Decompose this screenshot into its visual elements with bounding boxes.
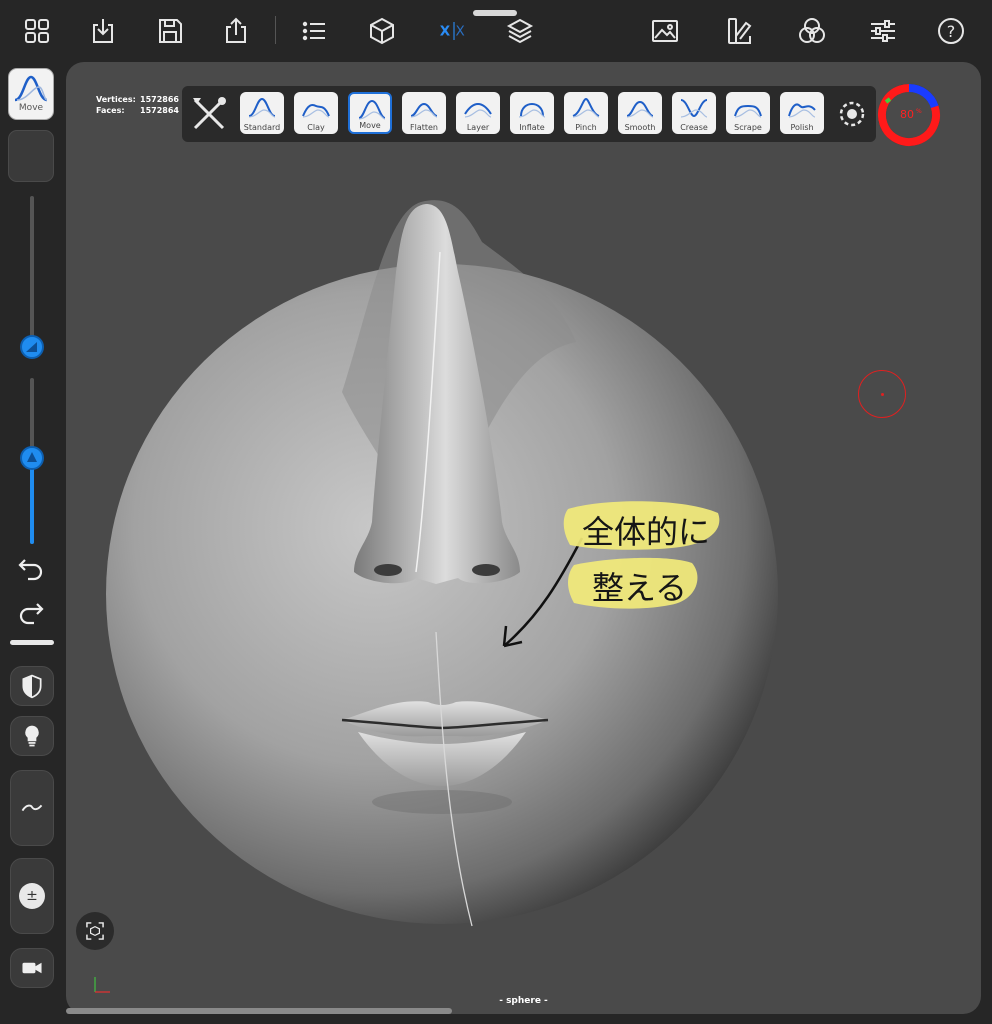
- image-icon[interactable]: [647, 13, 683, 49]
- gauge-tick: [884, 97, 892, 104]
- mesh-stats: Vertices: 1572866 Faces: 1572864: [96, 94, 179, 116]
- crossed-tools-icon: [193, 97, 226, 130]
- brush-scrape[interactable]: Scrape: [726, 92, 770, 134]
- gauge-percent-suffix: %: [916, 108, 922, 115]
- brush-standard-label: Standard: [243, 123, 281, 132]
- top-toolbar: XX ?: [0, 0, 992, 60]
- grid-icon[interactable]: [19, 13, 55, 49]
- brush-polish[interactable]: Polish: [780, 92, 824, 134]
- shield-icon: [22, 674, 42, 699]
- brush-pinch[interactable]: Pinch: [564, 92, 608, 134]
- axes-gizmo: [94, 977, 110, 993]
- horizontal-scrollbar[interactable]: [66, 1008, 452, 1014]
- size-slider[interactable]: [30, 196, 34, 358]
- note-line-1: 全体的に: [582, 513, 711, 551]
- brush-scrape-label: Scrape: [734, 123, 762, 132]
- brush-polish-label: Polish: [790, 123, 814, 132]
- brush-clay-icon: [302, 104, 330, 118]
- object-name: - sphere -: [499, 996, 548, 1006]
- lighting-button[interactable]: [10, 716, 54, 756]
- brush-crease[interactable]: Crease: [672, 92, 716, 134]
- share-icon[interactable]: [218, 13, 254, 49]
- layers-icon[interactable]: [502, 13, 538, 49]
- brush-move[interactable]: Move: [348, 92, 392, 134]
- brush-flatten[interactable]: Flatten: [402, 92, 446, 134]
- camera-icon: [22, 962, 42, 974]
- gauge-percent: 80: [900, 108, 914, 121]
- active-tool-label: Move: [18, 103, 44, 113]
- active-tool-button[interactable]: Move: [8, 68, 54, 120]
- brush-pinch-icon: [572, 97, 600, 118]
- brush-crease-label: Crease: [680, 123, 708, 132]
- brush-inflate-icon: [518, 103, 546, 118]
- add-subtract-button[interactable]: ±: [10, 858, 54, 934]
- brush-flatten-label: Flatten: [410, 123, 438, 132]
- frame-cube-icon: [86, 922, 104, 940]
- faces-label: Faces:: [96, 106, 125, 115]
- help-label: ?: [947, 22, 956, 41]
- left-toolbar: Move ±: [0, 60, 64, 1024]
- brush-standard-icon: [248, 97, 276, 118]
- brush-move-label: Move: [359, 121, 381, 130]
- wave-icon: [21, 804, 43, 812]
- panel-divider: [10, 640, 54, 645]
- gauge-indicator[interactable]: 80 %: [876, 82, 942, 148]
- brush-pinch-label: Pinch: [575, 123, 597, 132]
- frame-view-button[interactable]: [76, 912, 114, 950]
- intensity-slider-knob[interactable]: [20, 445, 44, 470]
- brush-layer[interactable]: Layer: [456, 92, 500, 134]
- help-icon[interactable]: ?: [933, 13, 969, 49]
- brush-smooth-label: Smooth: [624, 123, 656, 132]
- vertices-label: Vertices:: [96, 95, 136, 104]
- brush-inflate-label: Inflate: [519, 123, 545, 132]
- brush-scrape-icon: [734, 104, 762, 118]
- faces-count: 1572864: [140, 106, 179, 115]
- list-icon[interactable]: [296, 13, 332, 49]
- color-circles-icon[interactable]: [794, 13, 830, 49]
- brush-settings-button[interactable]: [832, 94, 872, 134]
- brush-crease-icon: [680, 99, 708, 118]
- svg-text:X: X: [456, 24, 465, 40]
- bulb-icon: [25, 725, 39, 747]
- palette-icon[interactable]: [721, 13, 757, 49]
- sliders-icon[interactable]: [865, 13, 901, 49]
- brush-clay[interactable]: Clay: [294, 92, 338, 134]
- brush-layer-icon: [464, 102, 492, 118]
- radius-triangle-icon: [26, 341, 37, 352]
- mask-button[interactable]: [10, 666, 54, 706]
- size-slider-knob[interactable]: [20, 334, 44, 359]
- brush-flatten-icon: [410, 102, 438, 118]
- svg-text:X: X: [440, 24, 451, 40]
- brush-tools-toggle[interactable]: [188, 92, 230, 136]
- brush-clay-label: Clay: [307, 123, 325, 132]
- move-brush-icon: [14, 75, 48, 102]
- brush-polish-icon: [788, 103, 816, 118]
- camera-button[interactable]: [10, 948, 54, 988]
- plusminus-icon: ±: [19, 883, 45, 909]
- brush-standard[interactable]: Standard: [240, 92, 284, 134]
- dashed-circle-icon: [839, 101, 865, 127]
- undo-icon[interactable]: [14, 552, 48, 586]
- redo-icon[interactable]: [14, 596, 48, 630]
- brush-toolbar: Standard Clay Move Flatten Layer Inflate Pinch…: [182, 86, 876, 142]
- toolbar-separator: [275, 16, 276, 44]
- note-line-2: 整える: [592, 569, 688, 607]
- brush-smooth-icon: [626, 100, 654, 118]
- empty-slot-button[interactable]: [8, 130, 54, 182]
- vertices-count: 1572866: [140, 95, 179, 104]
- brush-cursor: [858, 370, 906, 418]
- brush-inflate[interactable]: Inflate: [510, 92, 554, 134]
- brush-layer-label: Layer: [466, 123, 490, 132]
- brush-smooth[interactable]: Smooth: [618, 92, 662, 134]
- brush-move-icon: [358, 99, 386, 120]
- save-icon[interactable]: [152, 13, 188, 49]
- symmetry-icon[interactable]: XX: [434, 13, 474, 49]
- intensity-drop-icon: [27, 451, 37, 462]
- download-icon[interactable]: [85, 13, 121, 49]
- handwritten-note: 全体的に 整える: [560, 495, 730, 620]
- stroke-settings-button[interactable]: [10, 770, 54, 846]
- cube-icon[interactable]: [364, 13, 400, 49]
